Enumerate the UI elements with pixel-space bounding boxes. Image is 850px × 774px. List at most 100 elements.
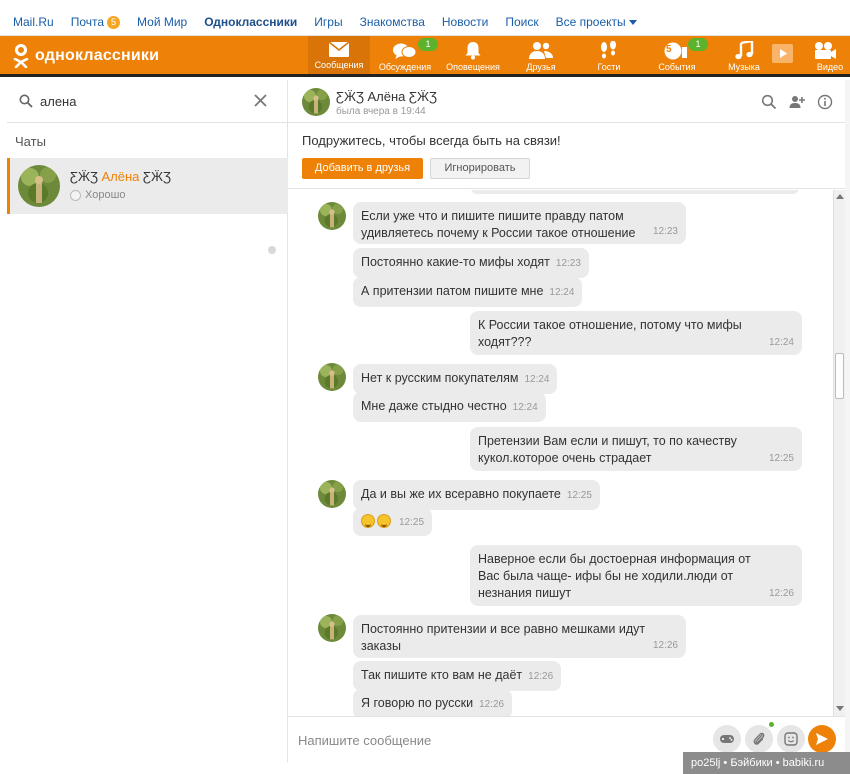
friend-prompt: Подружитесь, чтобы всегда быть на связи! (302, 133, 561, 148)
all-projects-label: Все проекты (555, 15, 626, 29)
message-text: А притензии патом пишите мне (361, 284, 544, 298)
status-text: Хорошо (85, 189, 126, 201)
games-button[interactable] (713, 725, 741, 753)
nav-video[interactable]: Видео (800, 36, 850, 74)
nav-messages-label: Сообщения (314, 60, 364, 70)
message-text: Претензии Вам если и пишут, то по качест… (478, 434, 737, 465)
loading-dot (268, 246, 276, 254)
message-time: 12:26 (528, 671, 554, 682)
close-icon[interactable] (254, 94, 267, 107)
ok-header: одноклассники Сообщения Обсуждения 1 Опо… (0, 36, 850, 77)
chat-bubbles-icon (393, 43, 417, 59)
scrollbar-thumb[interactable] (835, 353, 844, 399)
page-edge (845, 80, 850, 762)
message-time: 12:24 (768, 337, 794, 348)
conversation-header: ƸӜƷ Алёна ƸӜƷ была вчера в 19:44 (288, 80, 845, 123)
topbar-link-news[interactable]: Новости (442, 15, 488, 29)
nav-discussions-badge: 1 (418, 38, 438, 51)
envelope-icon (328, 41, 350, 57)
avatar (318, 614, 346, 642)
scroll-up-arrow[interactable] (836, 194, 844, 199)
message-bubble: Постоянно какие-то мифы ходят 12:23 (353, 248, 589, 278)
message-text: Если уже что и пишите пишите правду пато… (361, 209, 636, 240)
name-suffix: ƸӜƷ (139, 169, 171, 184)
avatar (318, 202, 346, 230)
smiley-icon (70, 189, 81, 201)
chat-contact-status: Хорошо (70, 189, 126, 201)
footprints-icon (601, 41, 616, 59)
message-input[interactable]: Напишите сообщение (298, 733, 431, 748)
message-time: 12:26 (652, 640, 678, 651)
send-button[interactable] (808, 725, 836, 753)
message-time: 12:24 (512, 402, 538, 413)
message-bubble: Мне даже стыдно честно 12:24 (353, 392, 546, 422)
message-bubble: Да и вы же их всеравно покупаете 12:25 (353, 480, 600, 510)
add-user-icon[interactable] (789, 94, 805, 110)
nav-friends-label: Друзья (526, 62, 556, 72)
message-text: Постоянно притензии и все равно мешками … (361, 622, 646, 653)
nav-friends[interactable]: Друзья (510, 36, 572, 74)
topbar-link-games[interactable]: Игры (314, 15, 342, 29)
chats-heading: Чаты (15, 134, 46, 149)
message-scrollbar[interactable] (833, 190, 845, 716)
contact-name[interactable]: ƸӜƷ Алёна ƸӜƷ (336, 89, 437, 104)
smiley-icon (784, 732, 798, 746)
info-icon[interactable] (817, 94, 833, 110)
chat-list-item[interactable]: ƸӜƷ Алёна ƸӜƷ Хорошо (7, 158, 288, 214)
chevron-down-icon (628, 19, 637, 25)
friends-icon (529, 42, 553, 59)
emoji-button[interactable] (777, 725, 805, 753)
message-bubble: А притензии патом пишите мне 12:24 (353, 277, 583, 307)
music-note-icon (735, 41, 754, 60)
chat-sidebar: алена Чаты ƸӜƷ Алёна ƸӜƷ Хорошо (7, 80, 288, 762)
message-bubble-emoji: 12:25 (353, 508, 433, 536)
message-bubble: Если уже что и пишите пишите правду пато… (353, 202, 686, 244)
send-arrow-icon (816, 733, 828, 745)
chat-search[interactable]: алена (7, 80, 288, 123)
nav-guests[interactable]: Гости (578, 36, 640, 74)
ignore-button[interactable]: Игнорировать (430, 158, 530, 179)
nav-events-badge: 1 (688, 38, 708, 51)
message-bubble: Постоянно притензии и все равно мешками … (353, 615, 686, 658)
add-friend-button[interactable]: Добавить в друзья (302, 158, 423, 179)
gamepad-icon (720, 735, 734, 743)
nav-discussions[interactable]: Обсуждения 1 (374, 36, 438, 74)
topbar-link-mail[interactable]: Почта 5 (71, 15, 121, 29)
ok-logo[interactable]: одноклассники (13, 44, 159, 68)
nav-events[interactable]: 5 События 1 (646, 36, 708, 74)
name-prefix: ƸӜƷ (70, 169, 102, 184)
message-bubble-own: Наверное если бы достоерная информация о… (470, 545, 802, 606)
message-text: Постоянно какие-то мифы ходят (361, 255, 550, 269)
search-input[interactable]: алена (40, 94, 76, 109)
video-play-icon[interactable] (772, 44, 793, 63)
topbar-link-myworld[interactable]: Мой Мир (137, 15, 187, 29)
topbar-link-mailru[interactable]: Mail.Ru (13, 15, 54, 29)
nav-video-label: Видео (816, 62, 844, 72)
ok-logo-text: одноклассники (35, 47, 160, 64)
message-time: 12:26 (479, 699, 505, 710)
avatar[interactable] (302, 88, 330, 116)
message-time: 12:24 (524, 374, 550, 385)
last-seen: была вчера в 19:44 (336, 106, 426, 117)
topbar-link-ok[interactable]: Одноклассники (204, 15, 297, 29)
search-icon[interactable] (761, 94, 777, 110)
topbar-link-dating[interactable]: Знакомства (360, 15, 425, 29)
nav-music[interactable]: Музыка (713, 36, 775, 74)
nav-messages[interactable]: Сообщения (308, 36, 370, 74)
nav-notifications[interactable]: Оповещения (442, 36, 504, 74)
scroll-down-arrow[interactable] (836, 706, 844, 711)
ok-logo-icon (13, 44, 29, 68)
message-bubble: Так пишите кто вам не даёт 12:26 (353, 661, 562, 691)
topbar-link-search[interactable]: Поиск (505, 15, 538, 29)
message-text: Мне даже стыдно честно (361, 399, 507, 413)
search-icon (19, 94, 33, 108)
events-counter: 5 (666, 44, 672, 55)
message-text: Так пишите кто вам не даёт (361, 668, 523, 682)
chat-contact-name: ƸӜƷ Алёна ƸӜƷ (70, 169, 171, 184)
topbar-link-all-projects[interactable]: Все проекты (556, 15, 637, 29)
watermark: po25lj • Бэйбики • babiki.ru (683, 752, 850, 774)
attach-button[interactable] (745, 725, 773, 753)
message-time: 12:26 (768, 588, 794, 599)
message-text: К России такое отношение, потому что миф… (478, 318, 742, 349)
message-bubble: Нет к русским покупателям 12:24 (353, 364, 558, 394)
